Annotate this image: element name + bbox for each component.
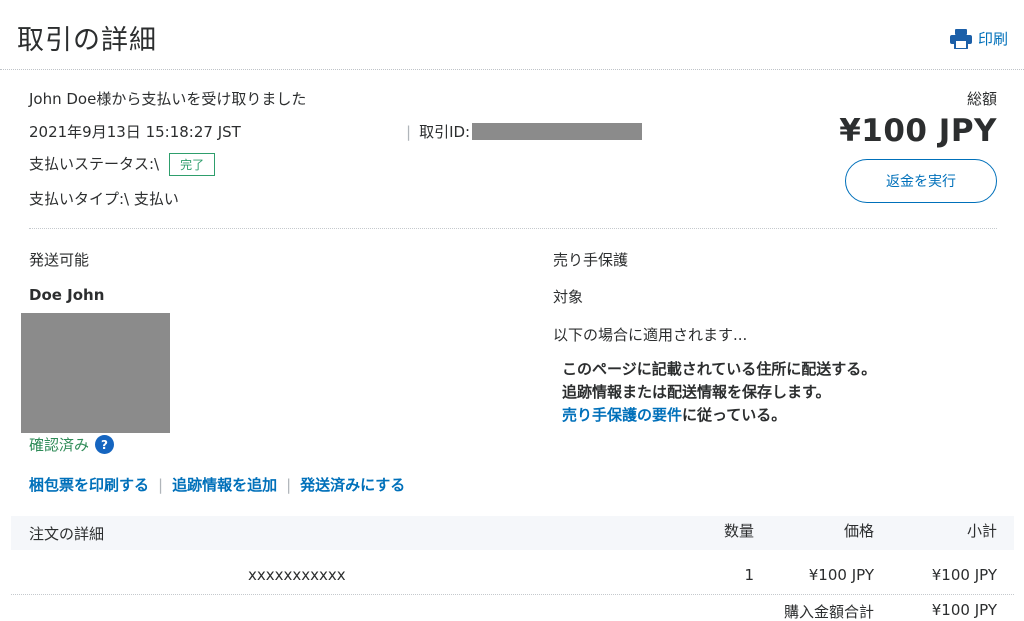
help-icon[interactable]: ? xyxy=(95,435,115,454)
separator: | xyxy=(158,475,164,494)
status-badge: 完了 xyxy=(169,153,216,176)
print-label: 印刷 xyxy=(977,30,1008,48)
transaction-id: | 取引ID: xyxy=(406,121,643,142)
section-divider xyxy=(29,228,997,229)
printer-icon xyxy=(949,28,972,49)
purchase-total-label: 購入金額合計 xyxy=(783,603,874,621)
seller-protection-applies: 以下の場合に適用されます... xyxy=(553,326,748,344)
protection-condition-text: に従っている。 xyxy=(682,406,787,424)
add-tracking-link[interactable]: 追跡情報を追加 xyxy=(172,474,277,495)
page-title: 取引の詳細 xyxy=(17,25,157,56)
mark-shipped-link[interactable]: 発送済みにする xyxy=(300,474,405,495)
protection-condition-requirements: 売り手保護の要件に従っている。 xyxy=(562,404,786,425)
shipping-heading: 発送可能 xyxy=(29,251,90,269)
purchase-total-value: ¥100 JPY xyxy=(931,601,997,619)
refund-button[interactable]: 返金を実行 xyxy=(845,159,997,203)
seller-protection-status: 対象 xyxy=(553,288,584,306)
row-divider xyxy=(11,594,1014,595)
item-quantity: 1 xyxy=(744,566,754,584)
protection-condition-address: このページに記載されている住所に配送する。 xyxy=(562,360,877,378)
payment-status-label: 支払いステータス:\ xyxy=(29,155,160,173)
seller-protection-heading: 売り手保護 xyxy=(553,251,629,269)
shipping-actions: 梱包票を印刷する | 追跡情報を追加 | 発送済みにする xyxy=(29,474,405,495)
item-subtotal: ¥100 JPY xyxy=(931,566,997,584)
order-details-title: 注文の詳細 xyxy=(29,525,105,543)
total-label: 総額 xyxy=(966,90,997,108)
payment-type: 支払いタイプ:\ 支払い xyxy=(29,190,179,208)
seller-protection-requirements-link[interactable]: 売り手保護の要件 xyxy=(562,406,682,424)
total-amount: ¥100 JPY xyxy=(839,113,997,149)
recipient-name: Doe John xyxy=(29,286,105,304)
print-packing-slip-link[interactable]: 梱包票を印刷する xyxy=(29,474,149,495)
verified-label: 確認済み xyxy=(29,436,90,454)
protection-condition-tracking: 追跡情報または配送情報を保存します。 xyxy=(562,383,831,401)
payment-status: 支払いステータス:\ 完了 xyxy=(29,153,216,176)
column-quantity: 数量 xyxy=(723,522,754,540)
transaction-datetime: 2021年9月13日 15:18:27 JST xyxy=(29,123,241,141)
column-price: 価格 xyxy=(843,522,874,540)
item-price: ¥100 JPY xyxy=(808,566,874,584)
redacted-transaction-id xyxy=(472,123,643,140)
separator: | xyxy=(406,122,412,141)
transaction-id-label: 取引ID: xyxy=(419,123,471,141)
redacted-address xyxy=(21,313,170,433)
separator: | xyxy=(286,475,292,494)
address-verified: 確認済み ? xyxy=(29,434,115,455)
print-button[interactable]: 印刷 xyxy=(949,28,1008,49)
page-header: 取引の詳細 印刷 xyxy=(0,0,1024,70)
column-subtotal: 小計 xyxy=(966,522,997,540)
received-from-text: John Doe様から支払いを受け取りました xyxy=(29,90,307,108)
item-name: xxxxxxxxxxx xyxy=(248,566,346,584)
